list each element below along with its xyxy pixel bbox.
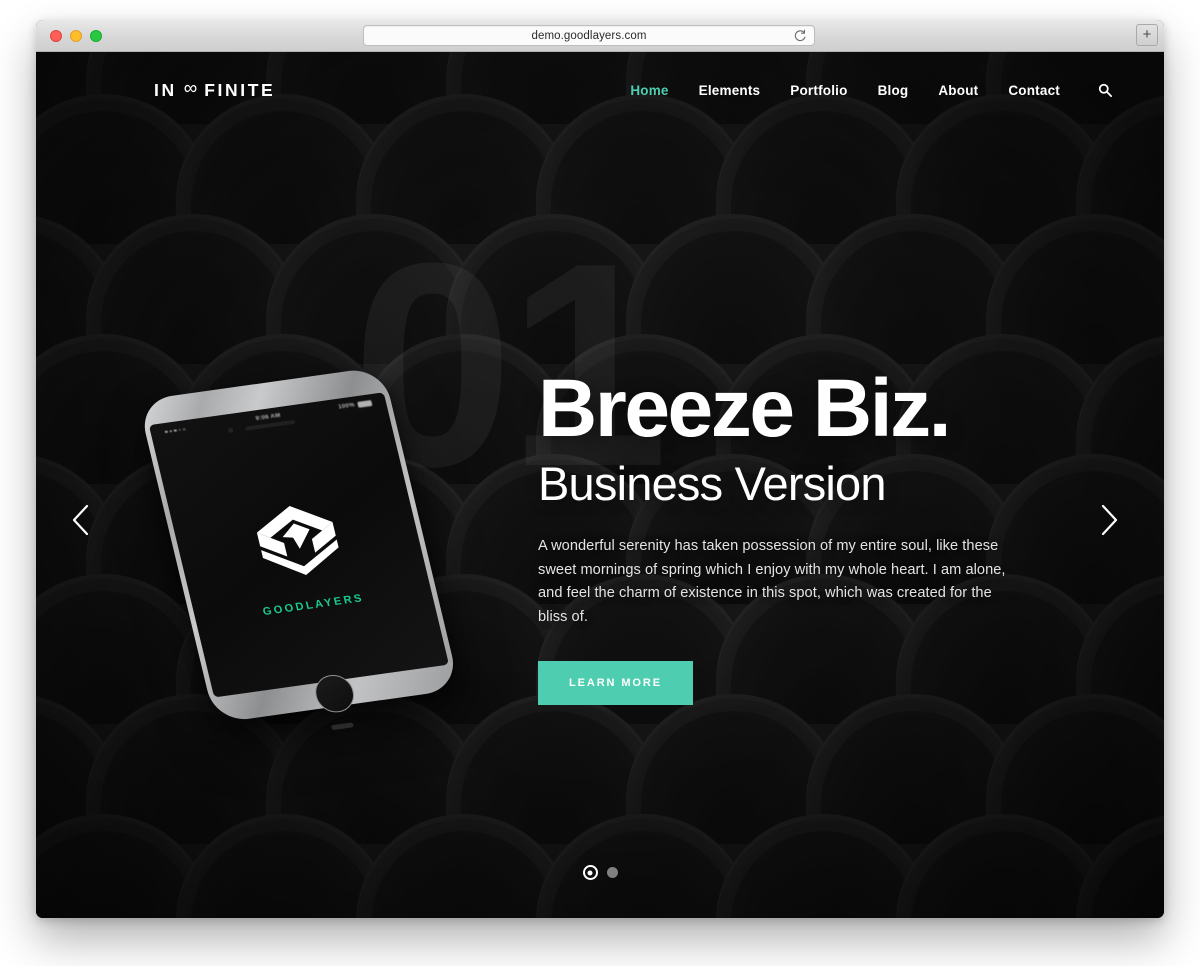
- hero-paragraph: A wonderful serenity has taken possessio…: [538, 537, 1006, 626]
- nav-item-contact[interactable]: Contact: [1008, 83, 1060, 98]
- chevron-left-icon[interactable]: [62, 494, 102, 546]
- nav-item-blog[interactable]: Blog: [878, 83, 909, 98]
- slider-dot-1[interactable]: [582, 865, 598, 880]
- new-tab-button[interactable]: +: [1136, 24, 1158, 46]
- main-navigation: Home Elements Portfolio Blog About Conta…: [630, 83, 1112, 98]
- phone-status-bar: 9:06 AM 100%: [150, 398, 386, 437]
- infinity-icon: ∞: [183, 78, 198, 99]
- search-icon[interactable]: [1098, 83, 1112, 97]
- phone-body: 9:06 AM 100% GOODLAYERS: [137, 366, 461, 731]
- nav-item-about[interactable]: About: [938, 83, 978, 98]
- slider-pagination: [36, 865, 1164, 880]
- url-text: demo.goodlayers.com: [531, 30, 647, 42]
- phone-app-name: GOODLAYERS: [261, 592, 366, 619]
- phone-front-camera: [227, 427, 234, 434]
- hero-subtitle: Business Version: [538, 457, 887, 510]
- browser-window: demo.goodlayers.com + 01 IN ∞ FINITE Hom…: [36, 20, 1164, 918]
- nav-item-home[interactable]: Home: [630, 83, 668, 98]
- learn-more-button[interactable]: LEARN MORE: [538, 660, 693, 705]
- hero-title: Breeze Biz.: [538, 363, 952, 454]
- close-button[interactable]: [50, 30, 62, 42]
- nav-item-elements[interactable]: Elements: [699, 83, 761, 98]
- logo-text-right: FINITE: [204, 79, 276, 100]
- site-header: IN ∞ FINITE Home Elements Portfolio Blog…: [36, 52, 1164, 128]
- address-bar[interactable]: demo.goodlayers.com: [363, 25, 815, 46]
- site-logo[interactable]: IN ∞ FINITE: [154, 78, 276, 101]
- chevron-right-icon[interactable]: [1088, 494, 1128, 546]
- slider-dot-2[interactable]: [606, 867, 618, 878]
- browser-toolbar: demo.goodlayers.com +: [36, 20, 1164, 52]
- nav-item-portfolio[interactable]: Portfolio: [790, 83, 847, 98]
- maximize-button[interactable]: [90, 30, 102, 42]
- reload-icon[interactable]: [793, 29, 807, 43]
- hero-content: Breeze Biz. Business Version A wonderful…: [538, 368, 1078, 705]
- window-controls: [50, 30, 102, 42]
- logo-text-left: IN: [154, 79, 177, 100]
- layers-box-icon: [245, 496, 351, 586]
- page-viewport: 01 IN ∞ FINITE Home Elements Portfolio B…: [36, 52, 1164, 918]
- minimize-button[interactable]: [70, 30, 82, 42]
- phone-screen: 9:06 AM 100% GOODLAYERS: [148, 392, 449, 698]
- phone-status-time: 9:06 AM: [255, 412, 282, 423]
